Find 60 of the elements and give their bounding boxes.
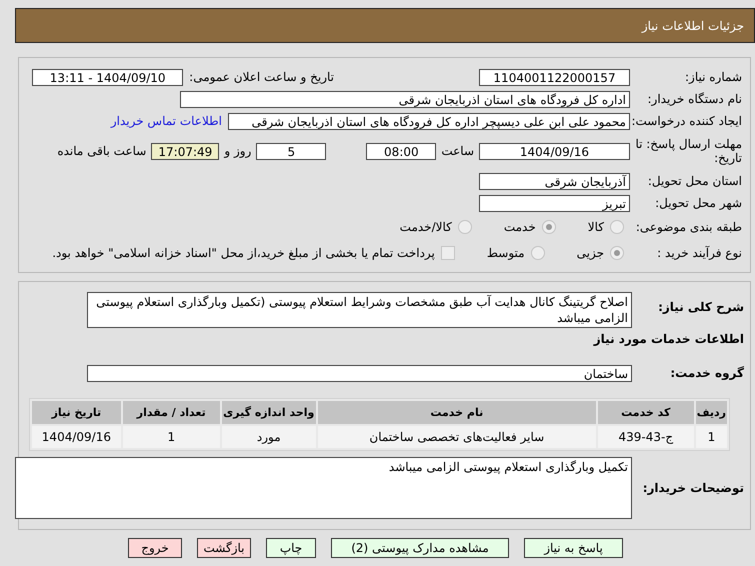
- option-label: کالا/خدمت: [400, 220, 452, 234]
- field-label: طبقه بندی موضوعی:: [634, 220, 742, 234]
- action-button[interactable]: پاسخ به نیاز: [524, 538, 623, 558]
- field-label: گروه خدمت:: [669, 366, 744, 380]
- radio-button[interactable]: [530, 246, 545, 260]
- input-field[interactable]: 08:00: [366, 142, 436, 160]
- field-label: شماره نیاز:: [684, 70, 742, 84]
- input-field[interactable]: 5: [256, 142, 326, 160]
- action-button[interactable]: بازگشت: [197, 538, 251, 558]
- radio-button[interactable]: [610, 246, 624, 260]
- radio-button[interactable]: [542, 220, 556, 234]
- field-label: استان محل تحویل:: [646, 174, 742, 188]
- remaining-label: ساعت باقی مانده: [57, 144, 146, 158]
- field-label: توضیحات خریدار:: [642, 481, 744, 495]
- column-header: نام خدمت: [318, 401, 596, 424]
- column-header: واحد اندازه گیری: [222, 401, 316, 424]
- input-field[interactable]: تکمیل وبارگذاری استعلام پیوستی الزامی میباشد: [15, 457, 632, 519]
- input-field[interactable]: 1104001122000157: [479, 68, 630, 86]
- field-label: شرح کلی نیاز:: [657, 299, 744, 314]
- column-header: تعداد / مقدار: [122, 401, 220, 424]
- radio-button[interactable]: [458, 220, 472, 234]
- field-label: شهر محل تحویل:: [654, 196, 742, 210]
- radio-button[interactable]: [610, 220, 624, 234]
- table-cell: سایر فعالیت‌های تخصصی ساختمان: [318, 426, 596, 448]
- payment-note: پرداخت تمام یا بخشی از مبلغ خرید،از محل "اسناد خزانه اسلامی" خواهد بود.: [52, 246, 435, 260]
- input-field[interactable]: محمود علی ابن علی دیسپچر اداره کل فرودگاه های استان اذربایجان شرقی: [228, 112, 630, 130]
- option-label: متوسط: [486, 246, 525, 260]
- input-field[interactable]: 17:07:49: [151, 142, 220, 160]
- input-field[interactable]: تبریز: [479, 194, 630, 212]
- section-heading: اطلاعات خدمات مورد نیاز: [594, 332, 744, 346]
- option-label: جزیی: [576, 246, 604, 260]
- field-label: ایجاد کننده درخواست:: [630, 114, 742, 128]
- table-cell: ج-43-439: [598, 426, 694, 448]
- checkbox[interactable]: [440, 246, 455, 260]
- field-label: نوع فرآیند خرید :: [656, 246, 742, 260]
- action-button[interactable]: خروج: [128, 538, 182, 558]
- time-label: ساعت: [441, 144, 474, 158]
- table-cell: مورد: [222, 426, 316, 448]
- action-button[interactable]: مشاهده مدارک پیوستی (2): [331, 538, 509, 558]
- action-button[interactable]: چاپ: [266, 538, 316, 558]
- input-field[interactable]: اصلاح گریتینگ کانال هدایت آب طبق مشخصات وشرایط استعلام پیوستی (تکمیل وبارگذاری استعلام پیوستی الزامی میباشد: [87, 292, 632, 328]
- table-cell: 1404/09/16: [32, 426, 121, 448]
- table-cell: 1: [696, 426, 727, 448]
- field-label: مهلت ارسال پاسخ: تا تاریخ:: [634, 137, 742, 165]
- column-header: تاریخ نیاز: [32, 401, 121, 424]
- option-label: خدمت: [504, 220, 536, 234]
- input-field[interactable]: 1404/09/16: [479, 142, 630, 160]
- input-field[interactable]: اداره کل فرودگاه های استان اذربایجان شرقی: [180, 90, 630, 108]
- input-field[interactable]: ساختمان: [87, 364, 632, 382]
- header-title: جزئیات اطلاعات نیاز: [642, 18, 744, 32]
- column-header: کد خدمت: [598, 401, 694, 424]
- input-field[interactable]: 1404/09/10 - 13:11: [32, 68, 184, 86]
- column-header: ردیف: [696, 401, 727, 424]
- days-label: روز و: [224, 144, 252, 158]
- input-field[interactable]: آذربایجان شرقی: [479, 172, 630, 190]
- option-label: کالا: [588, 220, 604, 234]
- contact-link[interactable]: اطلاعات تماس خریدار: [110, 114, 222, 128]
- table-cell: 1: [122, 426, 220, 448]
- field-label: تاریخ و ساعت اعلان عمومی:: [189, 70, 334, 84]
- field-label: نام دستگاه خریدار:: [646, 92, 742, 106]
